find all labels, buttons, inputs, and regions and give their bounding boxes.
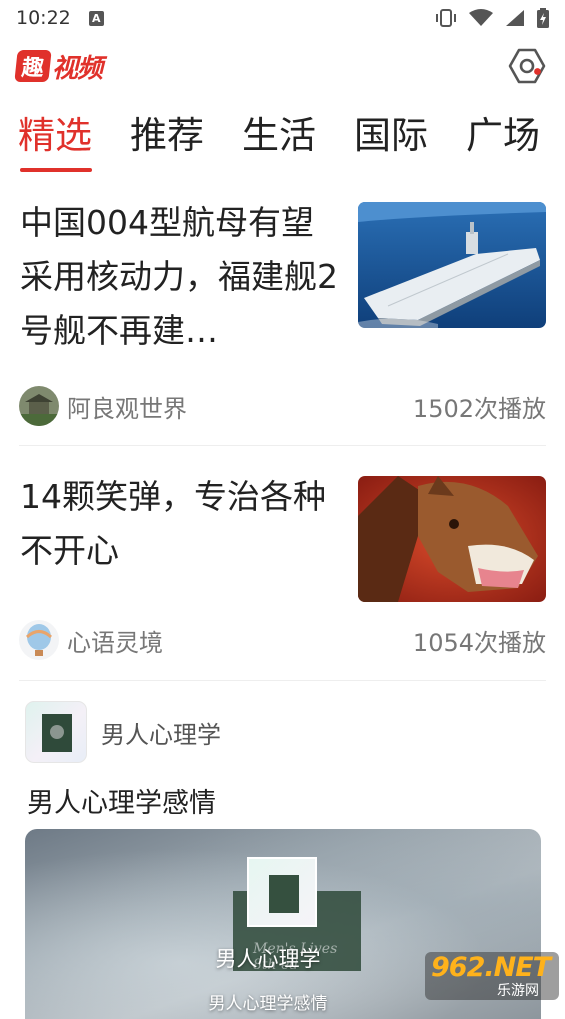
channel-name[interactable]: 男人心理学	[101, 715, 221, 750]
vibrate-icon	[436, 9, 456, 27]
news-meta: 阿良观世界 1502次播放	[19, 386, 546, 426]
channel-header[interactable]: 男人心理学	[25, 701, 221, 763]
news-thumbnail-horse[interactable]	[358, 476, 546, 602]
channel-avatar[interactable]	[25, 701, 87, 763]
cover-avatar	[247, 857, 317, 927]
wifi-icon	[469, 9, 493, 26]
tab-shenghuo[interactable]: 生活	[242, 96, 316, 176]
author-avatar[interactable]	[19, 386, 59, 426]
carrier-image	[358, 202, 546, 328]
news-title[interactable]: 中国004型航母有望采用核动力，福建舰2号舰不再建…	[20, 196, 342, 358]
site-watermark: 962.NET 乐游网	[425, 952, 559, 1000]
news-thumbnail-carrier[interactable]	[358, 202, 546, 328]
feed-list: 中国004型航母有望采用核动力，福建舰2号舰不再建… 阿良观世界 1502次播放…	[0, 176, 565, 1019]
status-bar: 10:22 A	[0, 0, 565, 36]
profile-hex-icon	[508, 48, 546, 84]
status-time: 10:22	[16, 7, 71, 29]
tab-guoji[interactable]: 国际	[354, 96, 428, 176]
channel-description[interactable]: 男人心理学感情	[27, 781, 216, 820]
battery-icon	[537, 8, 549, 28]
signal-icon	[506, 10, 524, 26]
author-name[interactable]: 心语灵境	[67, 623, 163, 658]
category-tabs: 精选 推荐 生活 国际 广场	[0, 96, 565, 176]
author-name[interactable]: 阿良观世界	[67, 389, 187, 424]
author-avatar[interactable]	[19, 620, 59, 660]
tab-jingxuan[interactable]: 精选	[18, 96, 92, 176]
tab-tuijian[interactable]: 推荐	[130, 96, 204, 176]
status-icons	[435, 8, 549, 28]
tab-guangchang[interactable]: 广场	[466, 96, 540, 176]
play-count: 1054次播放	[412, 628, 546, 657]
news-item-laugh[interactable]: 14颗笑弹，专治各种不开心 心语灵境 1054次播放	[19, 446, 546, 681]
a-badge-icon: A	[88, 10, 104, 26]
app-logo: 趣 视频	[14, 48, 103, 84]
news-meta: 心语灵境 1054次播放	[19, 620, 546, 660]
app-header: 趣 视频	[0, 36, 565, 96]
news-item-carrier[interactable]: 中国004型航母有望采用核动力，福建舰2号舰不再建… 阿良观世界 1502次播放	[19, 176, 546, 446]
watermark-domain: 962.NET	[431, 952, 551, 983]
profile-button[interactable]	[505, 44, 549, 88]
logo-badge: 趣	[14, 50, 52, 82]
news-title[interactable]: 14颗笑弹，专治各种不开心	[20, 470, 342, 578]
laughing-horse-image	[358, 476, 546, 602]
play-count: 1502次播放	[412, 394, 546, 423]
cover-mini-book	[269, 875, 299, 913]
logo-text: 视频	[52, 53, 103, 84]
watermark-site-name: 乐游网	[497, 983, 539, 999]
